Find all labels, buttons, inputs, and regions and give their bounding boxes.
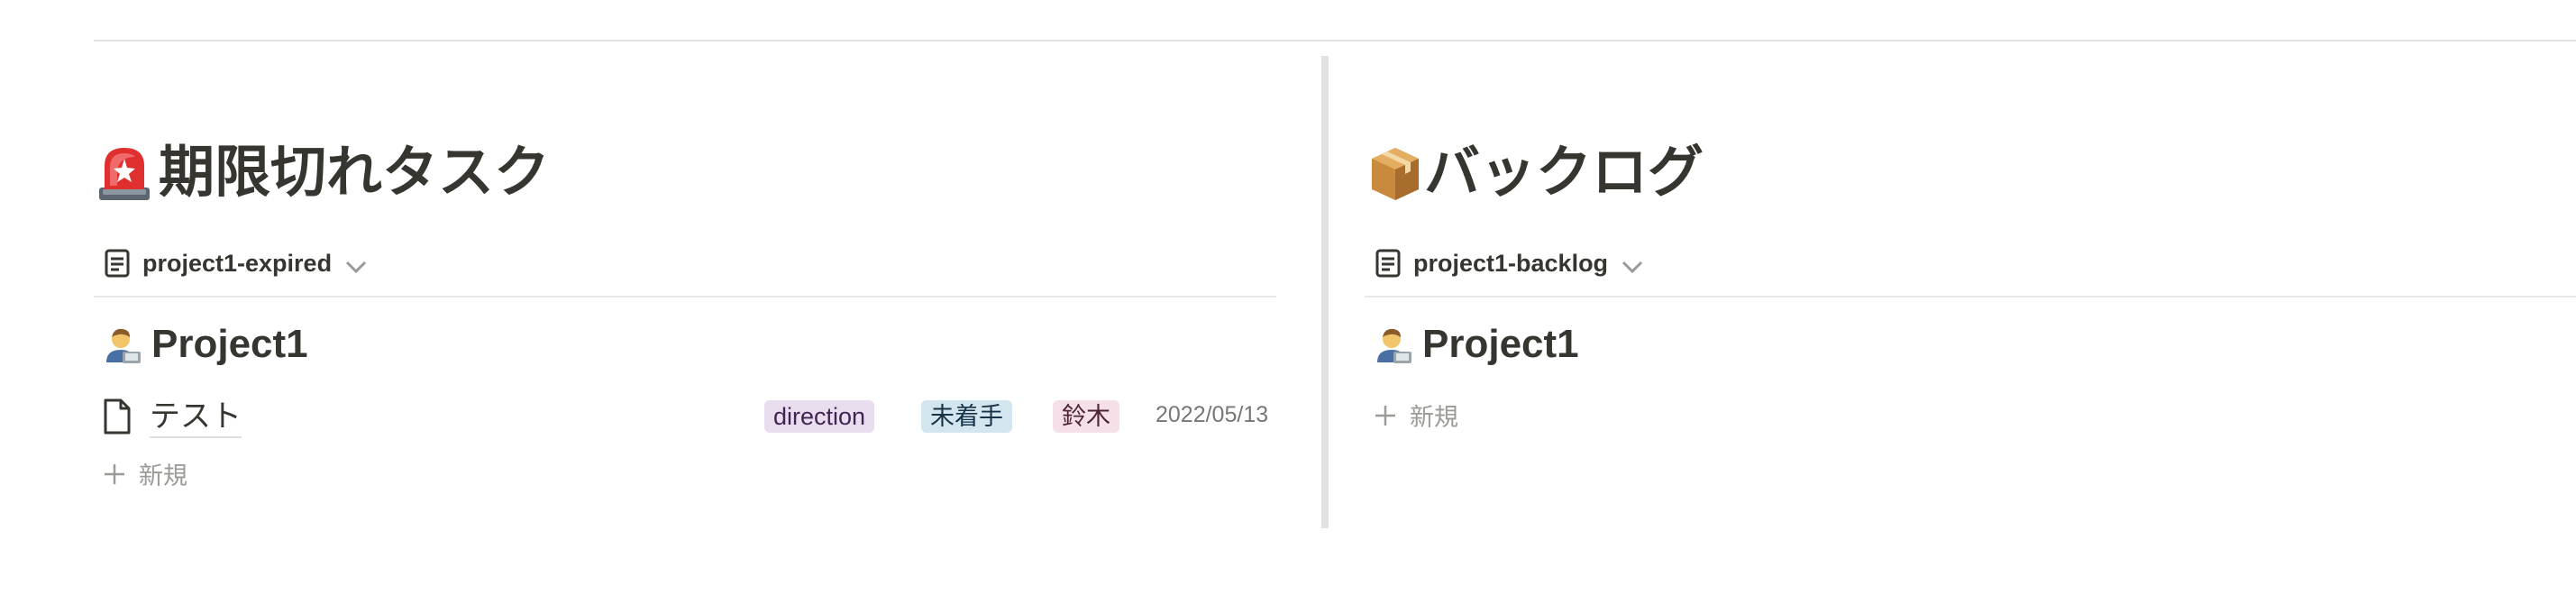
status-badge: 未着手 (921, 400, 1012, 433)
expired-tasks-title: 期限切れタスク (159, 142, 551, 204)
top-divider (94, 40, 2576, 41)
chevron-down-icon[interactable] (344, 254, 368, 274)
group-header-project1[interactable]: Project1 (1374, 319, 1579, 370)
chevron-down-icon[interactable] (1621, 254, 1644, 274)
view-divider (94, 296, 1276, 298)
backlog-heading: バックログ (1368, 137, 1704, 209)
view-tab-expired[interactable]: project1-expired (105, 245, 368, 281)
tag-direction: direction (764, 400, 875, 433)
table-view-icon (1375, 249, 1401, 278)
group-header-project1[interactable]: Project1 (103, 319, 308, 370)
new-item-label: 新規 (139, 462, 187, 490)
package-icon (1368, 144, 1422, 202)
page-icon (103, 398, 132, 435)
row-date: 2022/05/13 (1156, 402, 1269, 427)
new-item-button[interactable]: 新規 (103, 456, 187, 491)
technologist-icon (103, 325, 142, 364)
rotating-light-icon (97, 144, 151, 202)
plus-icon (103, 462, 126, 486)
table-row[interactable]: テスト direction 未着手 鈴木 2022/05/13 (94, 389, 1280, 444)
page: 期限切れタスク project1-expired Project1 テスト di… (0, 0, 2576, 595)
column-divider[interactable] (1321, 56, 1329, 528)
view-name: project1-expired (142, 249, 333, 277)
table-view-icon (105, 249, 130, 278)
backlog-title: バックログ (1424, 142, 1704, 204)
view-name: project1-backlog (1413, 249, 1609, 277)
expired-tasks-heading: 期限切れタスク (97, 137, 550, 209)
row-title[interactable]: テスト (150, 397, 242, 438)
group-name: Project1 (1422, 322, 1579, 366)
assignee-tag: 鈴木 (1053, 400, 1119, 433)
view-tab-backlog[interactable]: project1-backlog (1375, 245, 1644, 281)
group-name: Project1 (151, 322, 308, 366)
view-divider (1365, 296, 2576, 298)
technologist-icon (1374, 325, 1413, 364)
new-item-button[interactable]: 新規 (1374, 398, 1458, 433)
plus-icon (1374, 404, 1397, 427)
new-item-label: 新規 (1410, 404, 1458, 431)
